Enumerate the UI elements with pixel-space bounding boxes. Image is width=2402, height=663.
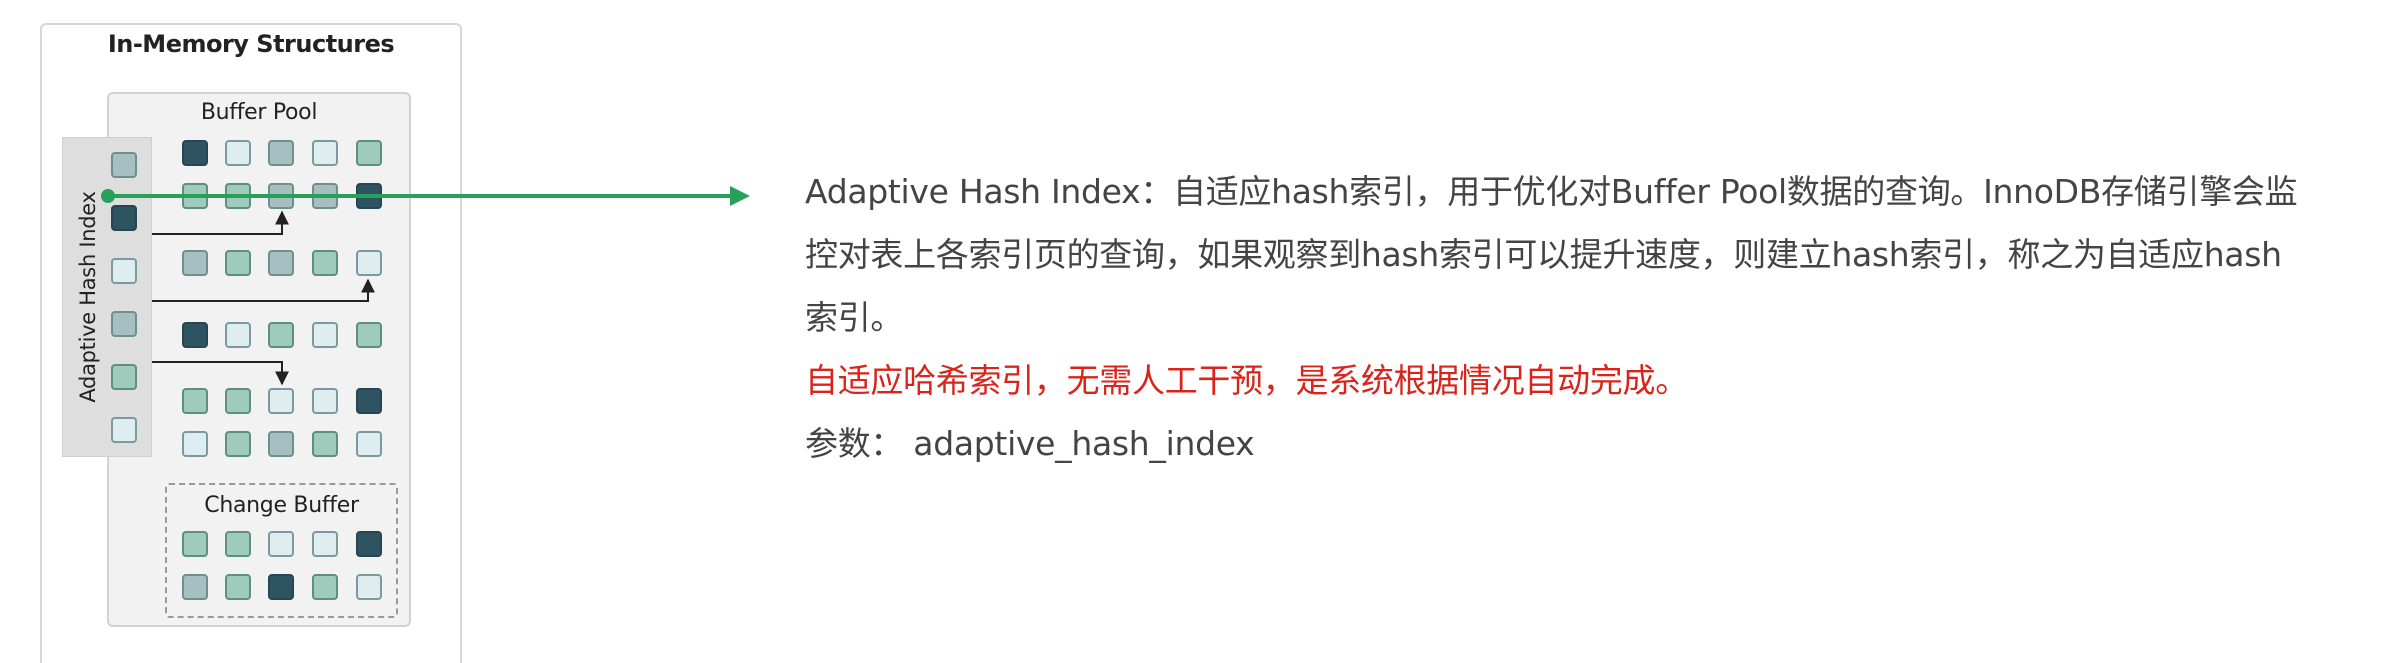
green-pointer-dot [101,189,115,203]
description-line-3: 索引。 [805,298,904,337]
description-text: Adaptive Hash Index：自适应hash索引，用于优化对Buffe… [805,160,2365,475]
parameter-line: 参数： adaptive_hash_index [805,424,1255,463]
hash-pointer-3 [152,361,289,386]
hash-pointer-2 [152,278,375,302]
highlight-note: 自适应哈希索引，无需人工干预，是系统根据情况自动完成。 [805,361,1688,400]
description-line-1: Adaptive Hash Index：自适应hash索引，用于优化对Buffe… [805,172,2298,211]
description-line-2: 控对表上各索引页的查询，如果观察到hash索引可以提升速度，则建立hash索引，… [805,235,2282,274]
hash-pointer-1 [152,210,289,235]
